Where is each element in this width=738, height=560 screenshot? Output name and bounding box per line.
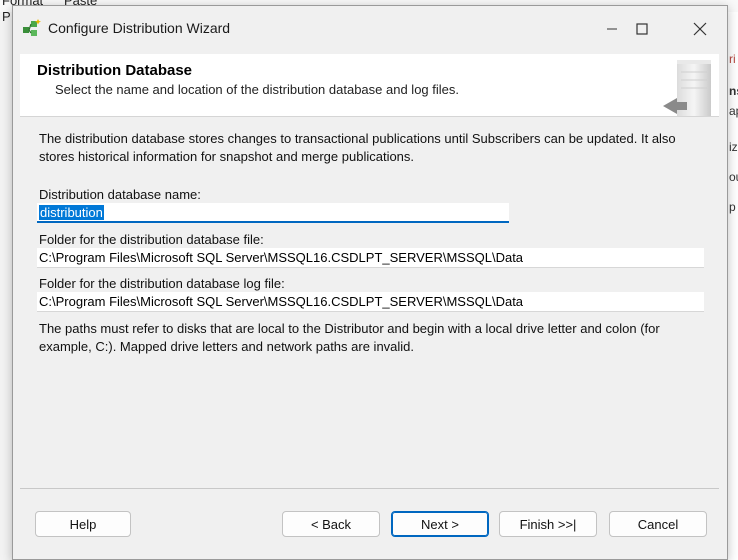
next-button[interactable]: Next > [391,511,489,537]
window-title: Configure Distribution Wizard [48,20,231,36]
db-name-value: distribution [39,204,104,220]
background-left-fragment: P [2,9,11,24]
page-subtitle: Select the name and location of the dist… [55,82,459,97]
cancel-button[interactable]: Cancel [609,511,707,537]
data-folder-label: Folder for the distribution database fil… [39,232,264,247]
data-folder-input[interactable]: C:\Program Files\Microsoft SQL Server\MS… [37,248,704,268]
path-note: The paths must refer to disks that are l… [39,321,660,354]
data-folder-value: C:\Program Files\Microsoft SQL Server\MS… [39,250,524,265]
background-right-fragment: ap [729,104,738,118]
wizard-icon [23,19,41,36]
configure-distribution-dialog: Configure Distribution Wizard Distributi… [12,5,728,560]
db-name-input[interactable]: distribution [37,203,509,223]
maximize-icon [636,22,648,35]
finish-button[interactable]: Finish >>| [499,511,597,537]
title-bar[interactable]: Configure Distribution Wizard [13,6,727,51]
footer-divider [20,488,719,489]
close-icon [693,22,707,35]
minimize-icon [607,28,617,29]
background-right-fragment: iz [729,140,738,154]
background-right-fragment: ns [729,84,738,98]
back-button[interactable]: < Back [282,511,380,537]
page-title: Distribution Database [37,62,193,79]
log-folder-input[interactable]: C:\Program Files\Microsoft SQL Server\MS… [37,292,704,312]
log-folder-label: Folder for the distribution database log… [39,276,285,291]
maximize-button[interactable] [619,6,665,51]
background-right-fragment: ri [729,52,736,66]
wizard-page-header: Distribution Database Select the name an… [20,54,719,117]
help-button[interactable]: Help [35,511,131,537]
log-folder-value: C:\Program Files\Microsoft SQL Server\MS… [39,294,524,309]
background-right-fragment: p [729,200,736,214]
db-name-label: Distribution database name: [39,187,201,202]
close-button[interactable] [677,6,723,51]
server-illustration-icon [663,60,711,116]
background-right-fragment: ou [729,170,738,184]
page-description: The distribution database stores changes… [39,131,676,164]
